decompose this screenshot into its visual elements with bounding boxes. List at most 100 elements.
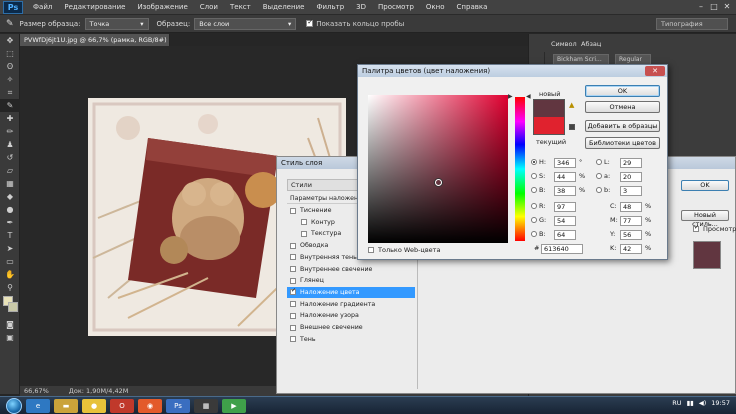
hue-slider[interactable] — [515, 97, 525, 241]
ie-icon[interactable]: e — [26, 398, 50, 413]
saturation-brightness-field[interactable] — [368, 95, 508, 243]
language-indicator[interactable]: RU — [672, 399, 681, 407]
menu-view[interactable]: Просмотр — [372, 3, 420, 11]
minimize-icon[interactable]: – — [696, 2, 706, 12]
hue-arrow-right-icon[interactable]: ◀ — [526, 93, 531, 100]
volume-icon[interactable]: ◀) — [699, 399, 707, 407]
color-libraries-button[interactable]: Библиотеки цветов — [585, 137, 660, 149]
new-style-button[interactable]: Новый стиль... — [681, 210, 729, 228]
gradient-tool-icon[interactable]: ▦ — [0, 177, 20, 190]
stamp-tool-icon[interactable]: ♟ — [0, 138, 20, 151]
blue-radio[interactable] — [531, 231, 537, 237]
pen-tool-icon[interactable]: ✒ — [0, 216, 20, 229]
menu-3d[interactable]: 3D — [350, 3, 372, 11]
web-safe-icon[interactable] — [569, 124, 575, 130]
document-tab[interactable]: PVWfDj6jt1U.jpg @ 66,7% (рамка, RGB/8#) … — [20, 34, 170, 56]
marquee-tool-icon[interactable]: ⬚ — [0, 47, 20, 60]
a-row[interactable]: a: — [596, 172, 610, 180]
layer-style-checkbox[interactable] — [290, 336, 296, 343]
layer-style-checkbox[interactable] — [290, 254, 296, 261]
menu-image[interactable]: Изображение — [131, 3, 193, 11]
r-radio[interactable] — [531, 203, 537, 209]
web-only-checkbox[interactable] — [368, 247, 374, 253]
menu-help[interactable]: Справка — [451, 3, 494, 11]
hand-tool-icon[interactable]: ✋ — [0, 268, 20, 281]
gamut-warning-icon[interactable]: ▲ — [569, 101, 574, 109]
crop-tool-icon[interactable]: ⌗ — [0, 86, 20, 99]
menu-edit[interactable]: Редактирование — [58, 3, 131, 11]
layer-style-item[interactable]: Наложение градиента — [287, 299, 415, 310]
screen-mode-icon[interactable]: ▣ — [0, 331, 20, 344]
hex-field[interactable]: 613640 — [541, 244, 583, 254]
layer-style-checkbox[interactable] — [290, 277, 296, 284]
show-ring-toggle[interactable]: Показать кольцо пробы — [306, 18, 404, 28]
layer-style-item[interactable]: Глянец — [287, 275, 415, 286]
sample-size-select[interactable]: Точка ▾ — [84, 17, 149, 30]
zoom-level[interactable]: 66,67% — [24, 387, 49, 395]
l-radio[interactable] — [596, 159, 602, 165]
layer-style-checkbox[interactable] — [290, 301, 296, 308]
g-radio[interactable] — [531, 217, 537, 223]
firefox-icon[interactable]: ◉ — [138, 398, 162, 413]
windows-start-button[interactable] — [6, 397, 22, 414]
layer-style-checkbox[interactable] — [290, 242, 296, 249]
s-radio[interactable] — [531, 173, 537, 179]
media-taskbar-icon[interactable]: ▶ — [222, 398, 246, 413]
eyedropper-icon[interactable]: ✎ — [6, 19, 14, 29]
menu-type[interactable]: Текст — [224, 3, 257, 11]
opera-icon[interactable]: O — [110, 398, 134, 413]
blur-tool-icon[interactable]: ◆ — [0, 190, 20, 203]
layer-style-item[interactable]: Наложение узора — [287, 310, 415, 321]
r-row[interactable]: R: — [531, 202, 546, 210]
zoom-tool-icon[interactable]: ⚲ — [0, 281, 20, 294]
layer-style-item[interactable]: Наложение цвета — [287, 286, 415, 298]
menu-filter[interactable]: Фильтр — [310, 3, 350, 11]
color-picker-cancel-button[interactable]: Отмена — [585, 101, 660, 113]
lab-b-field[interactable]: 3 — [620, 186, 642, 196]
web-only-toggle[interactable]: Только Web-цвета — [368, 246, 440, 254]
workspace-select[interactable]: Типография — [656, 18, 728, 30]
clock[interactable]: 19:57 — [711, 399, 730, 407]
lasso-tool-icon[interactable]: ʘ — [0, 60, 20, 73]
hue-arrow-left-icon[interactable]: ▶ — [508, 93, 513, 100]
l-row[interactable]: L: — [596, 158, 610, 166]
preview-checkbox[interactable] — [693, 224, 699, 232]
s-row[interactable]: S: — [531, 172, 545, 180]
explorer-icon[interactable]: ▬ — [54, 398, 78, 413]
layer-style-checkbox[interactable] — [290, 207, 296, 214]
eyedropper-tool-icon[interactable]: ✎ — [0, 99, 20, 112]
layer-style-checkbox[interactable] — [290, 266, 296, 272]
color-picker-ok-button[interactable]: OK — [585, 85, 660, 97]
h-radio[interactable] — [531, 159, 537, 165]
add-to-swatches-button[interactable]: Добавить в образцы — [585, 120, 660, 132]
tab-character[interactable]: Символ — [551, 40, 577, 50]
menu-select[interactable]: Выделение — [257, 3, 311, 11]
blue-field[interactable]: 64 — [554, 230, 576, 240]
move-tool-icon[interactable]: ✥ — [0, 34, 20, 47]
photoshop-taskbar-icon[interactable]: Ps — [166, 398, 190, 413]
y-field[interactable]: 56 — [620, 230, 642, 240]
quick-select-icon[interactable]: ✧ — [0, 73, 20, 86]
s-field[interactable]: 44 — [554, 172, 576, 182]
quick-mask-icon[interactable]: ◙ — [0, 318, 20, 331]
close-icon[interactable]: ✕ — [645, 66, 665, 76]
preview-toggle[interactable]: Просмотр — [693, 224, 736, 233]
l-field[interactable]: 29 — [620, 158, 642, 168]
a-radio[interactable] — [596, 173, 602, 179]
menu-layers[interactable]: Слои — [194, 3, 224, 11]
color-swatches[interactable] — [0, 294, 19, 318]
background-color[interactable] — [8, 302, 18, 312]
h-row[interactable]: H: — [531, 158, 546, 166]
a-field[interactable]: 20 — [620, 172, 642, 182]
layer-style-item[interactable]: Внешнее свечение — [287, 322, 415, 333]
network-icon[interactable]: ▮▮ — [687, 399, 694, 407]
chrome-icon[interactable]: ● — [82, 398, 106, 413]
blue-row[interactable]: B: — [531, 230, 546, 238]
app-taskbar-icon[interactable]: ▦ — [194, 398, 218, 413]
layer-style-checkbox[interactable] — [301, 230, 307, 237]
maximize-icon[interactable]: □ — [709, 2, 719, 12]
g-field[interactable]: 54 — [554, 216, 576, 226]
current-color-swatch[interactable] — [533, 117, 565, 135]
menu-file[interactable]: Файл — [27, 3, 58, 11]
lab-b-radio[interactable] — [596, 187, 602, 193]
